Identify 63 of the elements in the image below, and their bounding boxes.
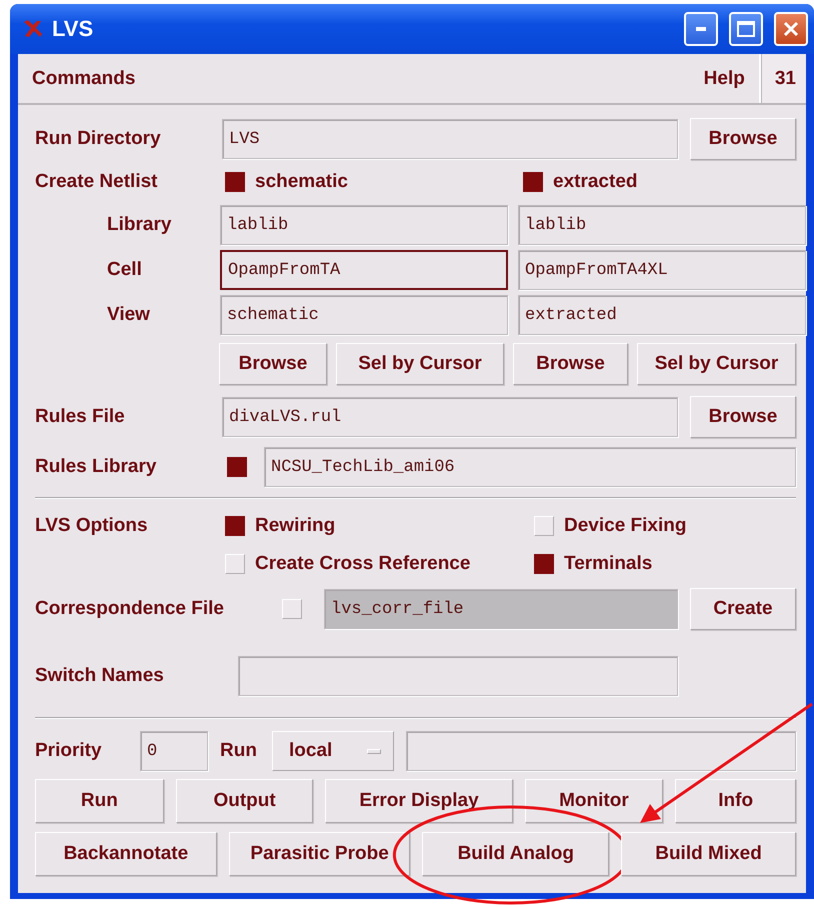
form-button[interactable]: Browse (219, 343, 327, 385)
window-title: LVS (52, 16, 94, 42)
action-button[interactable]: Output (176, 779, 314, 823)
input-field[interactable]: extracted (518, 295, 806, 335)
input-field[interactable]: OpampFromTA4XL (518, 250, 806, 290)
form-button[interactable]: Browse (513, 343, 628, 385)
checkbox[interactable] (225, 516, 245, 536)
input-field[interactable]: 0 (140, 731, 208, 771)
field-label: Priority (35, 740, 103, 762)
form-button[interactable]: Sel by Cursor (637, 343, 796, 385)
field-label: Run (220, 740, 258, 762)
checkbox[interactable] (225, 172, 245, 192)
field-label: Create Netlist (35, 171, 158, 193)
checkbox-label: schematic (255, 171, 348, 193)
menu-item[interactable]: Help (690, 68, 759, 90)
browse-button[interactable]: Browse (690, 396, 796, 438)
input-field[interactable]: schematic (220, 295, 508, 335)
checkbox-label: Device Fixing (564, 515, 686, 537)
action-button[interactable]: Monitor (524, 779, 664, 823)
field-label: Library (106, 214, 172, 236)
checkbox[interactable] (534, 554, 554, 574)
action-button[interactable]: Build Mixed (621, 832, 796, 876)
minimize-button[interactable] (684, 12, 718, 46)
browse-button[interactable]: Browse (690, 118, 796, 160)
input-field[interactable]: LVS (222, 119, 678, 159)
checkbox[interactable] (523, 172, 543, 192)
input-field[interactable]: NCSU_TechLib_ami06 (264, 447, 796, 487)
menu-item[interactable]: Commands (18, 68, 150, 90)
field-label: Rules File (35, 406, 126, 428)
checkbox-label: extracted (553, 171, 638, 193)
checkbox-label: Terminals (564, 553, 652, 575)
field-label: Correspondence File (35, 598, 225, 620)
maximize-icon (737, 21, 755, 37)
field-label: LVS Options (35, 515, 149, 537)
minimize-icon (696, 27, 706, 31)
action-button[interactable]: Parasitic Probe (228, 832, 410, 876)
dropdown[interactable]: local (272, 731, 394, 771)
close-button[interactable] (774, 12, 808, 46)
form-number: 31 (758, 54, 806, 103)
action-button[interactable]: Build Analog (422, 832, 610, 876)
close-icon (782, 20, 800, 38)
checkbox[interactable] (227, 457, 247, 477)
input-field[interactable]: lablib (518, 205, 806, 245)
input-field[interactable] (238, 656, 678, 696)
checkbox-label: Create Cross Reference (255, 553, 470, 575)
action-button[interactable]: Error Display (325, 779, 513, 823)
field-label: Run Directory (35, 128, 162, 150)
input-field[interactable]: OpampFromTA (220, 250, 508, 290)
input-field[interactable] (406, 731, 796, 771)
input-field[interactable]: lablib (220, 205, 508, 245)
field-label: Switch Names (35, 665, 165, 687)
action-button[interactable]: Backannotate (35, 832, 217, 876)
caret-icon (367, 748, 381, 754)
field-label: Rules Library (35, 456, 158, 478)
app-icon (22, 19, 44, 39)
maximize-button[interactable] (729, 12, 763, 46)
action-button[interactable]: Run (35, 779, 164, 823)
field-label: Cell (106, 259, 143, 281)
action-button[interactable]: Info (675, 779, 796, 823)
form-button[interactable]: Sel by Cursor (336, 343, 504, 385)
field-label: View (106, 304, 151, 326)
input-field[interactable]: divaLVS.rul (222, 397, 678, 437)
checkbox-label: Rewiring (255, 515, 336, 537)
